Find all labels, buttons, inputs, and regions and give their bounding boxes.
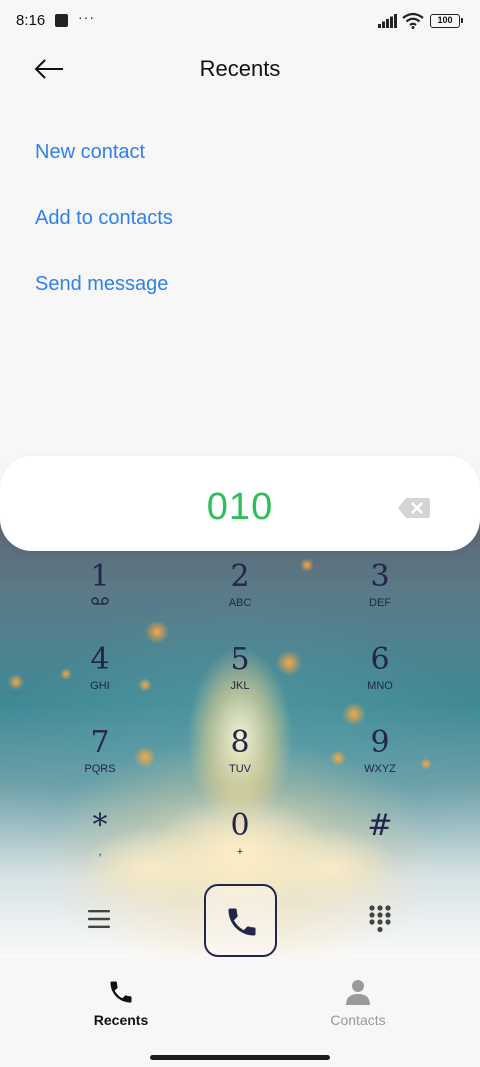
key-8[interactable]: 8 TUV [185,726,295,796]
key-digit: 6 [370,642,390,677]
key-letters: ABC [228,597,252,609]
key-letters: MNO [367,680,393,692]
key-digit: * [92,808,108,843]
add-to-contacts-link[interactable]: Add to contacts [35,207,173,230]
key-digit: 9 [370,725,390,760]
phone-icon [228,908,256,936]
key-digit: 4 [90,642,110,677]
key-9[interactable]: 9 WXYZ [325,726,435,796]
page-title: Recents [199,56,281,81]
wifi-icon [402,12,424,29]
key-digit: 5 [230,642,250,677]
voicemail-icon [91,597,109,605]
key-2[interactable]: 2 ABC [185,560,295,630]
key-letters: WXYZ [364,763,396,775]
bokeh-light [8,674,24,690]
key-star[interactable]: * , [45,809,155,879]
key-4[interactable]: 4 GHI [45,643,155,713]
more-notifications-icon: ··· [78,9,95,25]
dialpad-icon [369,905,391,933]
battery-icon: 100 [430,14,463,28]
tab-recents[interactable]: Recents [66,978,176,1032]
key-digit: # [367,808,393,843]
send-message-link[interactable]: Send message [35,273,168,296]
person-icon [346,980,370,1005]
phone-icon [110,981,132,1003]
tab-contacts-label: Contacts [330,1012,386,1028]
bokeh-light [300,558,314,572]
key-letters: + [236,846,244,858]
key-0[interactable]: 0 + [185,809,295,879]
status-time: 8:16 [16,12,46,29]
key-6[interactable]: 6 MNO [325,643,435,713]
key-letters: , [98,846,102,858]
call-button[interactable] [204,884,277,957]
key-letters: JKL [230,680,250,692]
key-digit: 1 [90,559,110,594]
menu-button[interactable] [86,906,114,932]
home-indicator [150,1055,330,1060]
signal-icon [378,14,397,28]
key-hash[interactable]: # [325,809,435,879]
key-digit: 0 [230,808,250,843]
tab-recents-label: Recents [93,1012,149,1028]
key-3[interactable]: 3 DEF [325,560,435,630]
key-1[interactable]: 1 [45,560,155,630]
status-bar: 8:16 ··· 100 [0,0,480,44]
key-digit: 2 [230,559,250,594]
tab-contacts[interactable]: Contacts [303,978,413,1032]
new-contact-link[interactable]: New contact [35,141,145,164]
notification-icon [55,14,68,27]
key-digit: 3 [370,559,390,594]
key-letters: DEF [369,597,391,609]
keypad-toggle-button[interactable] [368,904,392,934]
backspace-icon [398,498,430,518]
key-digit: 7 [90,725,110,760]
key-5[interactable]: 5 JKL [185,643,295,713]
key-7[interactable]: 7 PQRS [45,726,155,796]
key-letters: TUV [229,763,251,775]
key-letters: PQRS [84,763,116,775]
backspace-button[interactable] [397,497,431,519]
hamburger-menu-icon [88,910,110,928]
key-digit: 8 [230,725,250,760]
key-letters: GHI [90,680,110,692]
